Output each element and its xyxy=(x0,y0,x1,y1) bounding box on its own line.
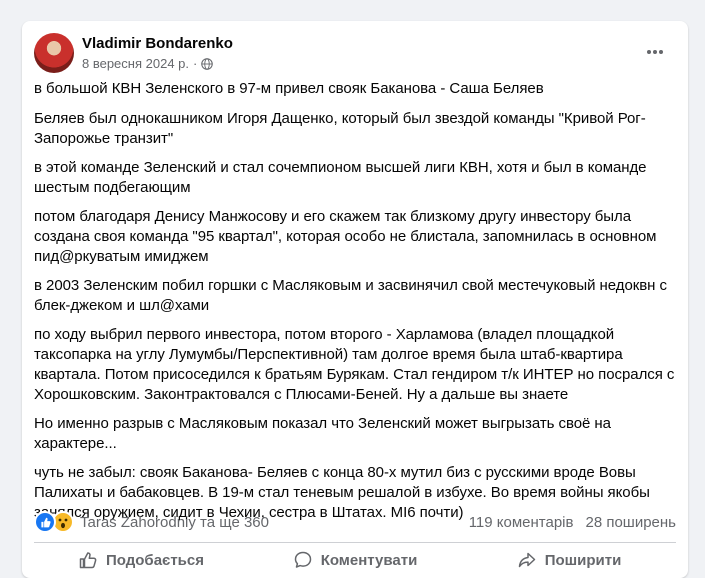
divider xyxy=(34,542,676,543)
more-options-button[interactable] xyxy=(640,37,670,67)
share-label: Поширити xyxy=(544,551,622,569)
comment-icon xyxy=(294,551,311,568)
thumbs-up-icon xyxy=(79,552,97,569)
post-paragraph: потом благодаря Денису Манжосову и его с… xyxy=(34,208,657,265)
post-actions: Подобається Коментувати Поширити xyxy=(34,544,676,576)
comment-label: Коментувати xyxy=(320,551,418,569)
post-content: в большой КВН Зеленского в 97-м привел с… xyxy=(34,79,680,532)
comments-count[interactable]: 119 коментарів xyxy=(469,514,574,531)
post-header: Vladimir Bondarenko 8 вересня 2024 р. · xyxy=(34,33,676,75)
post-meta: 8 вересня 2024 р. · xyxy=(82,56,214,71)
like-button[interactable]: Подобається xyxy=(34,544,248,576)
share-button[interactable]: Поширити xyxy=(462,544,676,576)
post-paragraph: Но именно разрыв с Масляковым показал чт… xyxy=(34,415,611,452)
post-stats: Taras Zahorodniy та ще 360 119 коментарі… xyxy=(34,510,676,534)
author-name[interactable]: Vladimir Bondarenko xyxy=(82,35,233,52)
like-reaction-icon xyxy=(34,511,56,533)
reactions-text[interactable]: Taras Zahorodniy та ще 360 xyxy=(80,514,269,531)
post-card: Vladimir Bondarenko 8 вересня 2024 р. · … xyxy=(22,21,688,578)
post-paragraph: в этой команде Зеленский и стал сочемпио… xyxy=(34,159,647,196)
comment-button[interactable]: Коментувати xyxy=(248,544,462,576)
meta-separator: · xyxy=(193,56,198,71)
post-date[interactable]: 8 вересня 2024 р. xyxy=(82,56,189,71)
globe-icon[interactable] xyxy=(201,57,214,70)
author-avatar[interactable] xyxy=(34,33,74,73)
like-label: Подобається xyxy=(106,551,204,569)
reactions-summary[interactable]: Taras Zahorodniy та ще 360 xyxy=(34,511,269,533)
post-paragraph: по ходу выбрил первого инвестора, потом … xyxy=(34,326,675,403)
post-paragraph: в 2003 Зеленским побил горшки с Масляков… xyxy=(34,277,667,314)
share-icon xyxy=(518,552,535,568)
shares-count[interactable]: 28 поширень xyxy=(585,514,676,531)
post-paragraph: Беляев был однокашником Игоря Дащенко, к… xyxy=(34,110,646,147)
more-horizontal-icon xyxy=(647,50,663,54)
post-paragraph: в большой КВН Зеленского в 97-м привел с… xyxy=(34,80,544,97)
